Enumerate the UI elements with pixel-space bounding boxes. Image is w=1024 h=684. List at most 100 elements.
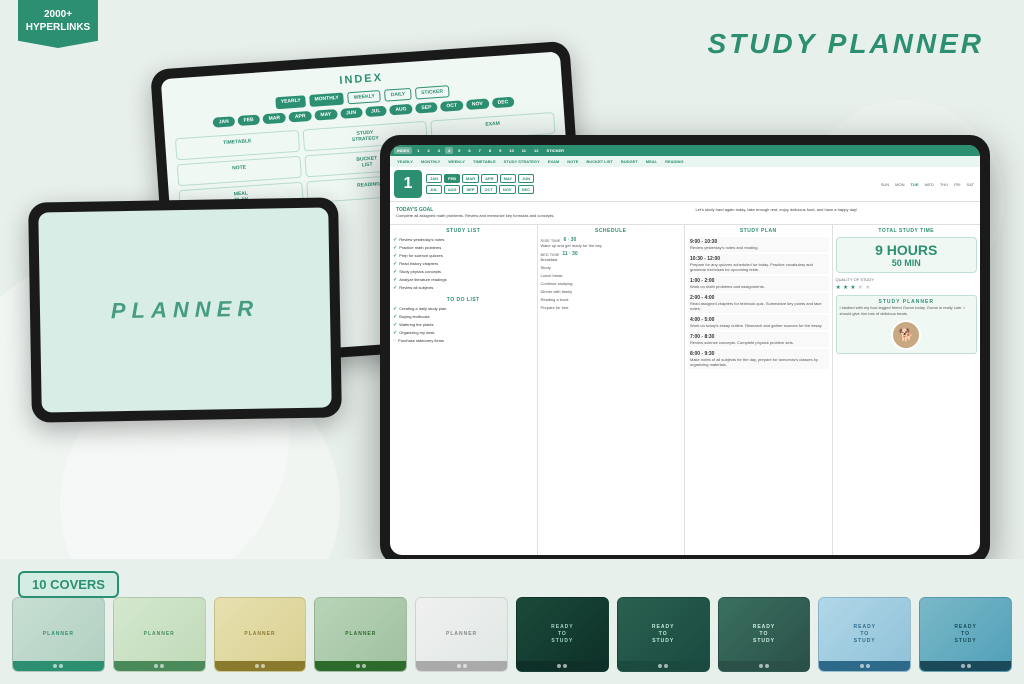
cover-text-1: PLANNER [43,631,74,638]
subbar-yearly: YEARLY [394,158,416,165]
schedule-task-6: Dinner with family [541,289,682,294]
month-sep-tag: SEP [462,185,478,194]
todo-text-5: Purchase stationery items [398,338,444,344]
subbar-strategy: STUDY STRATEGY [501,158,543,165]
hyperlinks-banner: 2000+ HYPERLINKS [18,0,98,48]
todo-item-2: ✓ Buying textbooks [393,314,534,320]
schedule-item-4: Lunch break [541,273,682,278]
schedule-task-1: Wake up and get ready for the day [541,243,682,248]
check-2: ✓ [393,245,397,251]
total-hours: 9 HOURS [841,242,973,258]
cover-dot-12 [563,664,567,668]
section-note: NOTE [177,156,302,187]
cover-dot-11 [557,664,561,668]
topbar-8: 8 [486,147,494,154]
topbar-6: 6 [465,147,473,154]
goal-section: TODAY'S GOAL Complete all assigned math … [390,202,980,225]
todo-item-3: ✓ Watering the plants [393,322,534,328]
cover-text-2: PLANNER [144,631,175,638]
cover-dot-4 [160,664,164,668]
check-6: ✓ [393,277,397,283]
topbar-1: 1 [414,147,422,154]
study-item-6: ✓ Analyze literature readings [393,277,534,283]
schedule-task-5: Continue studying [541,281,682,286]
month-feb: FEB [237,114,260,126]
cover-dot-8 [362,664,366,668]
study-text-5: Study physics concepts [399,269,441,275]
todo-unchecked-5: □ [393,338,396,344]
cover-9: READY TO STUDY [818,597,911,672]
cover-dot-3 [154,664,158,668]
schedule-task-2: Breakfast [541,257,682,262]
check-3: ✓ [393,253,397,259]
day-mon: MON [893,181,906,188]
study-plan-2: 10:30 - 12:00 Prepare for any quizzes sc… [688,254,829,274]
tablet-left-screen: PLANNER [38,207,331,412]
section-timetable: TIMETABLE [175,130,300,161]
plan-text-7: Make notes of all subjects for the day, … [690,357,827,367]
study-text-3: Prep for science quizzes [399,253,443,259]
month-aug-tag: AUG [444,185,461,194]
month-dec-tag: DEC [518,185,534,194]
subbar-note: NOTE [564,158,581,165]
cover-dot-6 [261,664,265,668]
topbar-11: 11 [519,147,529,154]
schedule-title: SCHEDULE [541,228,682,234]
date-months: JAN FEB MAR APR MAY JUN JUL AUG SEP OCT … [426,174,534,194]
check-4: ✓ [393,261,397,267]
todo-text-3: Watering the plants [399,322,433,328]
plan-text-6: Review science concepts. Complete physic… [690,340,827,345]
star-3: ★ [850,284,855,291]
day-fri: FRI [952,181,962,188]
cover-dot-19 [961,664,965,668]
todo-item-1: ✓ Creating a daily study plan [393,306,534,312]
schedule-task-3: Study [541,265,682,270]
study-item-5: ✓ Study physics concepts [393,269,534,275]
month-nov: NOV [466,98,489,110]
schedule-task-4: Lunch break [541,273,682,278]
month-aug: AUG [389,104,413,116]
subbar-budget: BUDGET [618,158,641,165]
todo-check-4: ✓ [393,330,397,336]
todo-check-3: ✓ [393,322,397,328]
schedule-label-bed: BED TIME [541,252,560,257]
topbar-7: 7 [476,147,484,154]
cover-6: READY TO STUDY [516,597,609,672]
cover-bottom-5 [416,661,507,671]
memo-content: I studied with my four-legged friend Gor… [840,305,974,317]
study-text-1: Review yesterday's notes [399,237,444,243]
cover-bottom-3 [215,661,306,671]
month-jul: JUL [365,106,387,117]
month-mar-tag: MAR [462,174,479,183]
subbar-reading: READING [662,158,686,165]
cover-text-6: READY TO STUDY [551,624,574,645]
planner-subbar: YEARLY MONTHLY WEEKLY TIMETABLE STUDY ST… [390,156,980,167]
cover-text-8: READY TO STUDY [753,624,776,645]
cover-bottom-2 [114,661,205,671]
schedule-item-3: Study [541,265,682,270]
plan-text-3: Work on math problems and assignments. [690,284,827,289]
date-number: 1 [394,170,422,198]
study-item-3: ✓ Prep for science quizzes [393,253,534,259]
planner-cover-text: PLANNER [111,296,260,325]
month-may-tag: MAY [500,174,517,183]
nav-yearly: YEARLY [275,95,306,109]
topbar-sticker: STICKER [543,147,567,154]
study-text-6: Analyze literature readings [399,277,446,283]
topbar-12: 12 [531,147,541,154]
todo-text-2: Buying textbooks [399,314,429,320]
subbar-monthly: MONTHLY [418,158,443,165]
check-5: ✓ [393,269,397,275]
topbar-2: 2 [424,147,432,154]
memo-section: STUDY PLANNER I studied with my four-leg… [836,295,978,354]
study-item-7: ✓ Review all subjects [393,285,534,291]
cover-dot-1 [53,664,57,668]
tablet-front: INDEX 1 2 3 4 5 6 7 8 9 10 11 12 STICKER… [380,135,990,565]
study-plan-5: 4:00 - 5:00 Work on today's essay outlin… [688,315,829,330]
total-study-col: TOTAL STUDY TIME 9 HOURS 50 MIN QUALITY … [833,225,981,555]
month-apr-tag: APR [481,174,497,183]
cover-dot-17 [860,664,864,668]
study-item-2: ✓ Practice math problems [393,245,534,251]
cover-bottom-1 [13,661,104,671]
todo-text-4: Organizing my desk [399,330,434,336]
